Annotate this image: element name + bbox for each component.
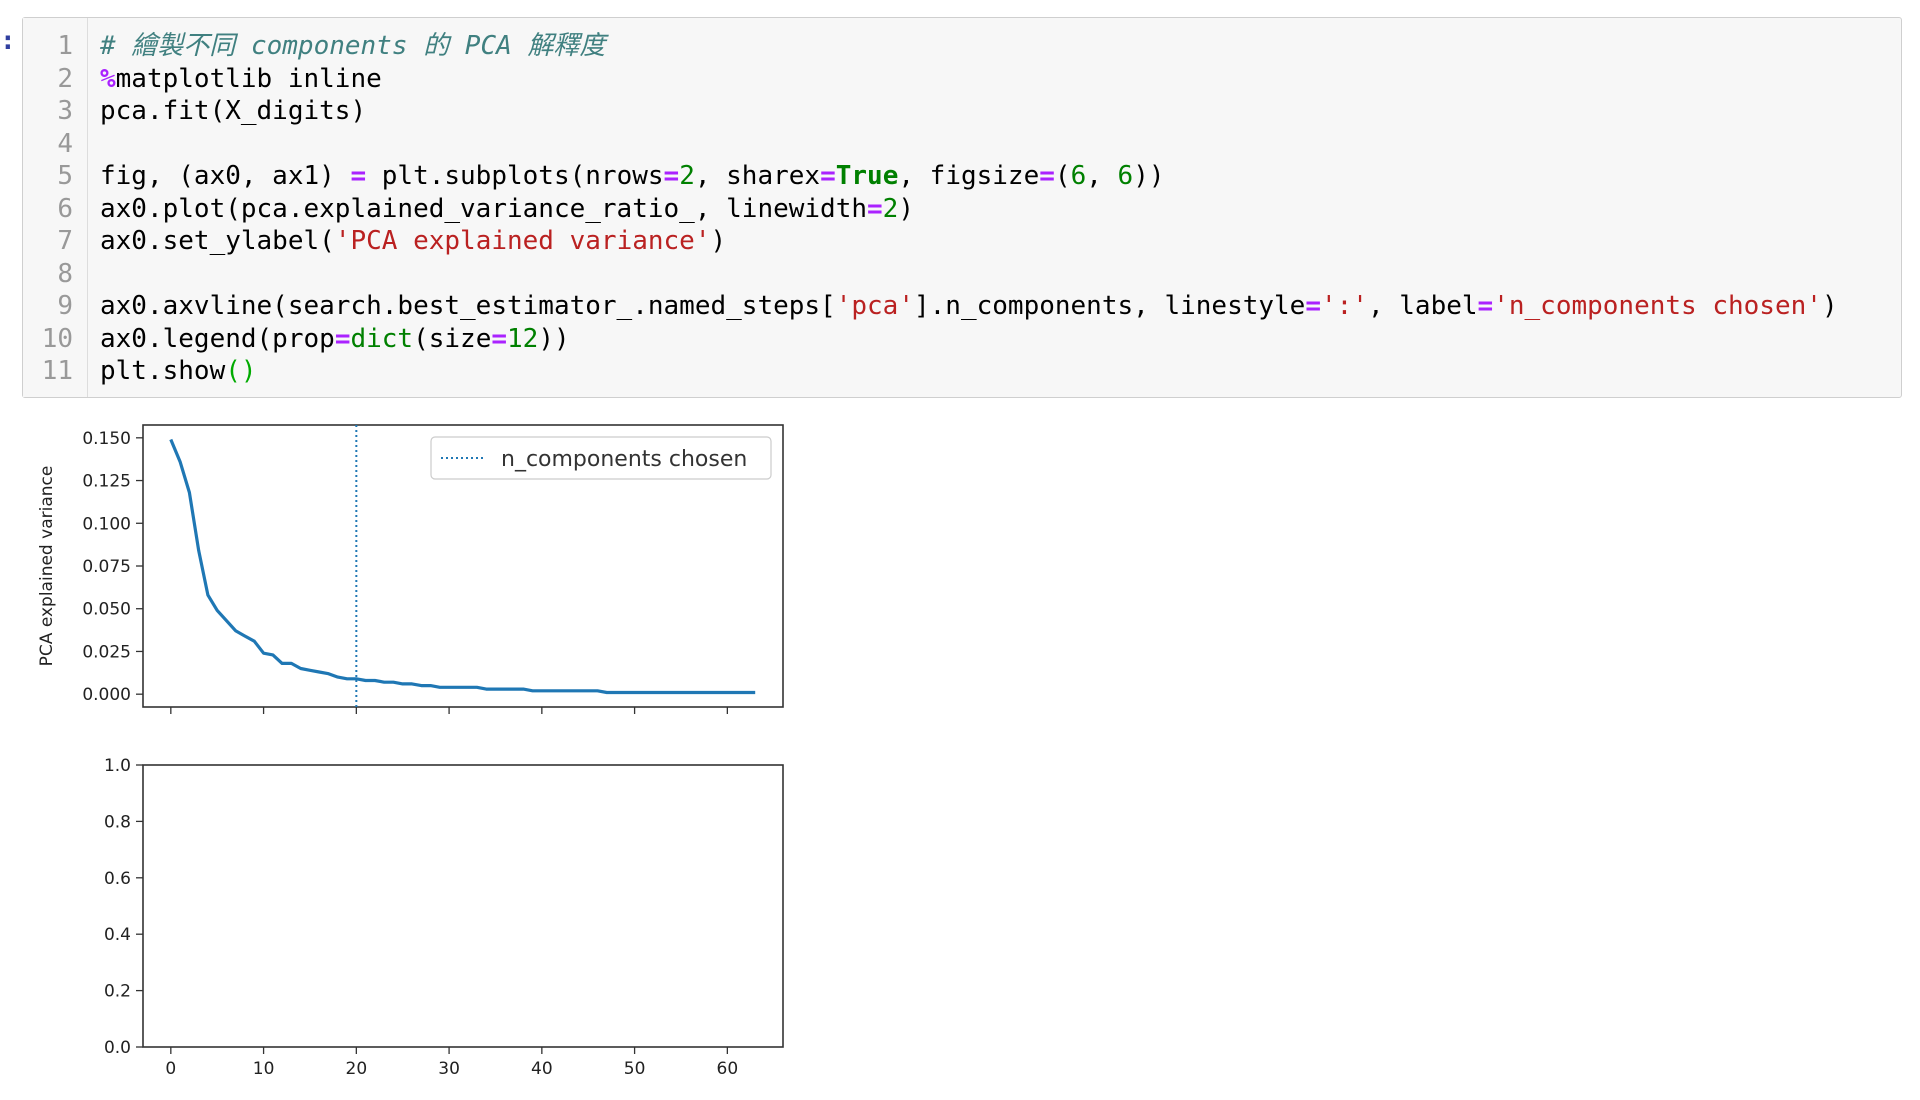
line-number: 1	[57, 31, 73, 61]
code-token: =	[663, 161, 680, 191]
y-tick-label: 0.000	[82, 685, 131, 705]
code-line: pca.fit(X_digits)	[100, 95, 366, 127]
code-token: ].n_components, linestyle	[914, 291, 1306, 321]
code-token: =	[334, 323, 351, 354]
code-line: plt.show()	[100, 355, 257, 387]
cell-output: 0.000 0.025 0.050 0.075 0.100 0.125 0.150 PCA e…	[0, 410, 820, 1090]
y-tick-label: 0.8	[104, 812, 131, 832]
code-token: %	[100, 63, 116, 94]
code-token: ax0.plot(pca.explained_variance_ratio_, …	[100, 193, 868, 224]
code-token: , figsize	[898, 161, 1040, 191]
code-token: 2	[882, 193, 899, 224]
code-token: 6	[1070, 161, 1087, 191]
line-number: 6	[57, 193, 73, 224]
x-tick-label: 50	[624, 1059, 646, 1079]
code-line: %matplotlib inline	[100, 63, 382, 95]
code-line: ax0.plot(pca.explained_variance_ratio_, …	[100, 193, 914, 225]
code-token: 2	[679, 161, 695, 191]
code-token: )	[1821, 291, 1838, 321]
code-line: ax0.set_ylabel('PCA explained variance')	[100, 225, 726, 257]
y-tick-label: 0.4	[104, 925, 131, 945]
line-number: 2	[57, 63, 73, 94]
code-token: ))	[1133, 161, 1165, 191]
code-token: =	[1039, 161, 1055, 191]
code-token: , sharex	[694, 161, 821, 191]
cell-prompt-marker: :	[0, 26, 16, 56]
code-token: =	[1305, 291, 1321, 321]
y-axis-label: PCA explained variance	[37, 466, 57, 667]
code-token: )	[898, 193, 914, 224]
line-number: 3	[57, 96, 73, 126]
y-tick-label: 1.0	[104, 756, 131, 776]
code-line: ax0.axvline(search.best_estimator_.named…	[100, 290, 1838, 322]
code-cell[interactable]: 1 # 繪製不同 components 的 PCA 解釋度 2 %matplotlib…	[22, 17, 1902, 398]
line-number: 4	[57, 128, 73, 159]
x-tick-label: 20	[346, 1059, 368, 1079]
x-tick-label: 30	[438, 1059, 460, 1079]
code-token: ax0.set_ylabel(	[100, 226, 335, 256]
code-token: (size	[413, 323, 492, 354]
code-token: ax0.axvline(search.best_estimator_.named…	[100, 291, 836, 321]
line-number: 8	[57, 258, 73, 289]
y-tick-label: 0.050	[82, 600, 131, 620]
x-tick-label: 40	[531, 1059, 553, 1079]
y-tick-label: 0.0	[104, 1038, 131, 1058]
code-token: ,	[1086, 161, 1118, 191]
code-line: ax0.legend(prop=dict(size=12))	[100, 323, 570, 355]
code-token: (	[1054, 161, 1071, 191]
code-line: # 繪製不同 components 的 PCA 解釋度	[100, 30, 605, 62]
line-number: 9	[57, 291, 73, 321]
code-token: )	[710, 226, 727, 256]
line-number: 10	[41, 323, 73, 354]
line-number: 11	[41, 356, 73, 386]
y-tick-label: 0.150	[82, 429, 131, 449]
x-tick-label: 60	[717, 1059, 739, 1079]
code-token: ax0.legend(prop	[100, 323, 335, 354]
code-token: fig, (ax0, ax1)	[100, 161, 351, 191]
y-tick-label: 0.025	[82, 642, 131, 662]
y-tick-label: 0.100	[82, 514, 131, 534]
code-token: ':'	[1321, 291, 1368, 321]
x-tick-label: 10	[253, 1059, 275, 1079]
line-number: 5	[57, 161, 73, 191]
code-token: , label	[1367, 291, 1478, 321]
code-token: plt.show	[100, 356, 226, 386]
code-token: ()	[225, 356, 257, 386]
line-number: 7	[57, 226, 73, 256]
code-token: =	[350, 161, 367, 191]
axes-frame	[142, 764, 784, 1048]
code-line: fig, (ax0, ax1) = plt.subplots(nrows=2, …	[100, 160, 1165, 192]
code-token: plt.subplots(nrows	[366, 161, 664, 191]
code-token: ))	[538, 323, 570, 354]
matplotlib-figure: 0.0000.0250.0500.0750.1000.1250.150PCA e…	[37, 424, 784, 1079]
code-token: =	[820, 161, 836, 191]
code-token: 'n_components chosen'	[1493, 291, 1822, 321]
code-token: # 繪製不同 components 的 PCA 解釋度	[100, 31, 606, 61]
legend-label: n_components chosen	[501, 447, 747, 472]
code-token: pca.fit(X_digits)	[100, 96, 367, 126]
y-tick-label: 0.2	[104, 982, 131, 1002]
code-token: 6	[1117, 161, 1134, 191]
y-tick-label: 0.125	[82, 472, 131, 492]
code-token: 'pca'	[835, 291, 914, 321]
code-token: True	[835, 161, 899, 191]
code-token: dict	[350, 323, 414, 354]
code-token: =	[491, 323, 508, 354]
y-tick-label: 0.6	[104, 869, 131, 889]
code-token: 'PCA explained variance'	[334, 226, 711, 256]
code-token: 12	[507, 323, 539, 354]
y-tick-label: 0.075	[82, 557, 131, 577]
code-token: =	[1477, 291, 1494, 321]
code-token: matplotlib inline	[115, 63, 382, 94]
x-tick-label: 0	[165, 1059, 176, 1079]
code-token: =	[867, 193, 883, 224]
